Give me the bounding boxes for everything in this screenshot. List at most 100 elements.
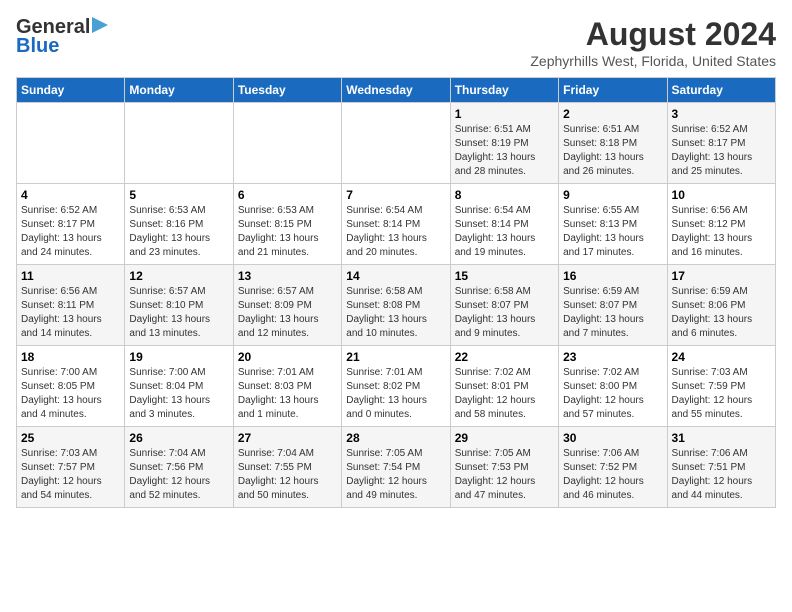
day-info: Sunrise: 7:00 AM Sunset: 8:04 PM Dayligh… (129, 366, 228, 422)
day-info: Sunrise: 6:53 AM Sunset: 8:15 PM Dayligh… (238, 204, 337, 260)
calendar-day-cell: 21Sunrise: 7:01 AM Sunset: 8:02 PM Dayli… (342, 346, 450, 427)
logo: General Blue (16, 16, 108, 58)
day-info: Sunrise: 6:57 AM Sunset: 8:09 PM Dayligh… (238, 285, 337, 341)
day-info: Sunrise: 7:05 AM Sunset: 7:53 PM Dayligh… (455, 447, 554, 503)
day-info: Sunrise: 6:58 AM Sunset: 8:08 PM Dayligh… (346, 285, 445, 341)
calendar-day-cell: 5 Sunrise: 6:53 AM Sunset: 8:16 PM Daylig… (125, 184, 233, 265)
calendar-header-sunday: Sunday (17, 78, 125, 103)
day-number: 11 (21, 269, 120, 283)
day-info: Sunrise: 6:52 AM Sunset: 8:17 PM Dayligh… (21, 204, 120, 260)
calendar-day-cell: 30 Sunrise: 7:06 AM Sunset: 7:52 PM Dayli… (559, 427, 667, 508)
day-number: 7 (346, 188, 445, 202)
calendar-day-cell: 9 Sunrise: 6:55 AM Sunset: 8:13 PM Daylig… (559, 184, 667, 265)
day-info: Sunrise: 7:06 AM Sunset: 7:51 PM Dayligh… (672, 447, 771, 503)
calendar-day-cell: 14 Sunrise: 6:58 AM Sunset: 8:08 PM Dayli… (342, 265, 450, 346)
logo-text-blue: Blue (16, 35, 59, 58)
day-info: Sunrise: 7:02 AM Sunset: 8:01 PM Dayligh… (455, 366, 554, 422)
day-info: Sunrise: 6:53 AM Sunset: 8:16 PM Dayligh… (129, 204, 228, 260)
day-info: Sunrise: 6:56 AM Sunset: 8:11 PM Dayligh… (21, 285, 120, 341)
day-info: Sunrise: 6:59 AM Sunset: 8:06 PM Dayligh… (672, 285, 771, 341)
calendar-day-cell: 22Sunrise: 7:02 AM Sunset: 8:01 PM Dayli… (450, 346, 558, 427)
day-number: 15 (455, 269, 554, 283)
day-number: 28 (346, 431, 445, 445)
day-number: 1 (455, 107, 554, 121)
logo-arrow-icon (92, 17, 108, 38)
calendar-day-cell: 4Sunrise: 6:52 AM Sunset: 8:17 PM Daylig… (17, 184, 125, 265)
day-number: 19 (129, 350, 228, 364)
calendar-day-cell: 12 Sunrise: 6:57 AM Sunset: 8:10 PM Dayli… (125, 265, 233, 346)
day-number: 12 (129, 269, 228, 283)
day-number: 6 (238, 188, 337, 202)
day-number: 25 (21, 431, 120, 445)
day-number: 8 (455, 188, 554, 202)
day-number: 29 (455, 431, 554, 445)
calendar-day-cell (233, 103, 341, 184)
day-info: Sunrise: 6:54 AM Sunset: 8:14 PM Dayligh… (346, 204, 445, 260)
day-number: 16 (563, 269, 662, 283)
calendar-day-cell: 6 Sunrise: 6:53 AM Sunset: 8:15 PM Daylig… (233, 184, 341, 265)
day-info: Sunrise: 7:00 AM Sunset: 8:05 PM Dayligh… (21, 366, 120, 422)
calendar-day-cell: 17 Sunrise: 6:59 AM Sunset: 8:06 PM Dayli… (667, 265, 775, 346)
calendar-day-cell: 16 Sunrise: 6:59 AM Sunset: 8:07 PM Dayli… (559, 265, 667, 346)
calendar-day-cell: 26Sunrise: 7:04 AM Sunset: 7:56 PM Dayli… (125, 427, 233, 508)
day-info: Sunrise: 6:58 AM Sunset: 8:07 PM Dayligh… (455, 285, 554, 341)
calendar-day-cell (342, 103, 450, 184)
day-info: Sunrise: 6:52 AM Sunset: 8:17 PM Dayligh… (672, 123, 771, 179)
day-info: Sunrise: 7:03 AM Sunset: 7:57 PM Dayligh… (21, 447, 120, 503)
day-number: 10 (672, 188, 771, 202)
day-number: 27 (238, 431, 337, 445)
calendar-day-cell: 28Sunrise: 7:05 AM Sunset: 7:54 PM Dayli… (342, 427, 450, 508)
title-block: August 2024 Zephyrhills West, Florida, U… (530, 16, 776, 69)
day-info: Sunrise: 6:56 AM Sunset: 8:12 PM Dayligh… (672, 204, 771, 260)
calendar-day-cell (17, 103, 125, 184)
calendar-day-cell: 18 Sunrise: 7:00 AM Sunset: 8:05 PM Dayli… (17, 346, 125, 427)
day-info: Sunrise: 7:03 AM Sunset: 7:59 PM Dayligh… (672, 366, 771, 422)
day-number: 23 (563, 350, 662, 364)
day-info: Sunrise: 7:06 AM Sunset: 7:52 PM Dayligh… (563, 447, 662, 503)
day-info: Sunrise: 6:57 AM Sunset: 8:10 PM Dayligh… (129, 285, 228, 341)
calendar-day-cell: 27 Sunrise: 7:04 AM Sunset: 7:55 PM Dayli… (233, 427, 341, 508)
day-info: Sunrise: 6:54 AM Sunset: 8:14 PM Dayligh… (455, 204, 554, 260)
day-info: Sunrise: 7:02 AM Sunset: 8:00 PM Dayligh… (563, 366, 662, 422)
day-info: Sunrise: 6:55 AM Sunset: 8:13 PM Dayligh… (563, 204, 662, 260)
calendar-day-cell: 8 Sunrise: 6:54 AM Sunset: 8:14 PM Daylig… (450, 184, 558, 265)
calendar-header-saturday: Saturday (667, 78, 775, 103)
day-number: 30 (563, 431, 662, 445)
calendar-week-1: 1 Sunrise: 6:51 AM Sunset: 8:19 PM Daylig… (17, 103, 776, 184)
day-number: 20 (238, 350, 337, 364)
day-number: 5 (129, 188, 228, 202)
calendar-day-cell: 11 Sunrise: 6:56 AM Sunset: 8:11 PM Dayli… (17, 265, 125, 346)
calendar-day-cell: 3 Sunrise: 6:52 AM Sunset: 8:17 PM Daylig… (667, 103, 775, 184)
calendar-week-2: 4Sunrise: 6:52 AM Sunset: 8:17 PM Daylig… (17, 184, 776, 265)
calendar-day-cell: 25 Sunrise: 7:03 AM Sunset: 7:57 PM Dayli… (17, 427, 125, 508)
calendar-day-cell: 1 Sunrise: 6:51 AM Sunset: 8:19 PM Daylig… (450, 103, 558, 184)
calendar-day-cell (125, 103, 233, 184)
day-info: Sunrise: 7:04 AM Sunset: 7:55 PM Dayligh… (238, 447, 337, 503)
calendar-day-cell: 7 Sunrise: 6:54 AM Sunset: 8:14 PM Daylig… (342, 184, 450, 265)
calendar-week-3: 11 Sunrise: 6:56 AM Sunset: 8:11 PM Dayli… (17, 265, 776, 346)
calendar-day-cell: 13Sunrise: 6:57 AM Sunset: 8:09 PM Dayli… (233, 265, 341, 346)
day-number: 24 (672, 350, 771, 364)
day-number: 21 (346, 350, 445, 364)
day-number: 17 (672, 269, 771, 283)
day-info: Sunrise: 6:51 AM Sunset: 8:18 PM Dayligh… (563, 123, 662, 179)
day-info: Sunrise: 7:01 AM Sunset: 8:03 PM Dayligh… (238, 366, 337, 422)
day-info: Sunrise: 6:51 AM Sunset: 8:19 PM Dayligh… (455, 123, 554, 179)
calendar-week-5: 25 Sunrise: 7:03 AM Sunset: 7:57 PM Dayli… (17, 427, 776, 508)
day-info: Sunrise: 6:59 AM Sunset: 8:07 PM Dayligh… (563, 285, 662, 341)
calendar-day-cell: 2Sunrise: 6:51 AM Sunset: 8:18 PM Daylig… (559, 103, 667, 184)
day-number: 18 (21, 350, 120, 364)
day-number: 3 (672, 107, 771, 121)
calendar-header-thursday: Thursday (450, 78, 558, 103)
calendar-header-tuesday: Tuesday (233, 78, 341, 103)
calendar-header-friday: Friday (559, 78, 667, 103)
calendar-day-cell: 23 Sunrise: 7:02 AM Sunset: 8:00 PM Dayli… (559, 346, 667, 427)
calendar-table: SundayMondayTuesdayWednesdayThursdayFrid… (16, 77, 776, 508)
calendar-day-cell: 19 Sunrise: 7:00 AM Sunset: 8:04 PM Dayli… (125, 346, 233, 427)
day-number: 9 (563, 188, 662, 202)
calendar-week-4: 18 Sunrise: 7:00 AM Sunset: 8:05 PM Dayli… (17, 346, 776, 427)
calendar-day-cell: 29 Sunrise: 7:05 AM Sunset: 7:53 PM Dayli… (450, 427, 558, 508)
day-number: 14 (346, 269, 445, 283)
calendar-header-monday: Monday (125, 78, 233, 103)
page-subtitle: Zephyrhills West, Florida, United States (530, 53, 776, 69)
